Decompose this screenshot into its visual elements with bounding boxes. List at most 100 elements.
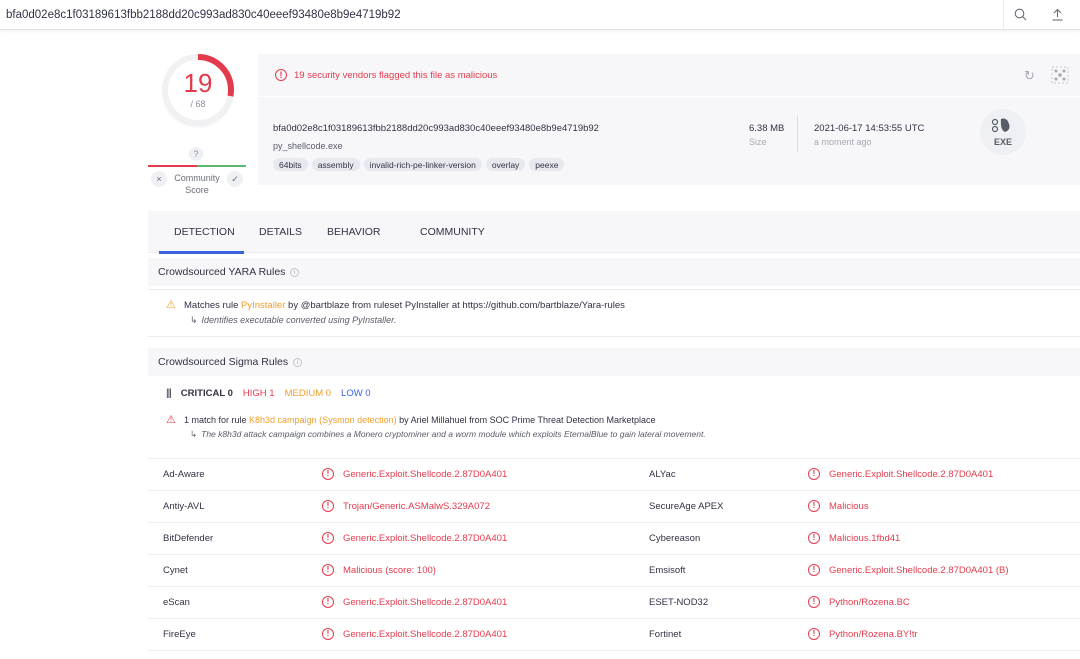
table-row: Ad-Aware ! Generic.Exploit.Shellcode.2.8… <box>148 458 1080 490</box>
file-type-label: EXE <box>993 137 1012 147</box>
detection-result[interactable]: Generic.Exploit.Shellcode.2.87D0A401 <box>829 469 993 480</box>
tab-detection[interactable]: DETECTION <box>174 226 235 238</box>
tag[interactable]: assembly <box>311 158 360 171</box>
search-button[interactable] <box>1003 0 1037 29</box>
table-row: Antiy-AVL ! Trojan/Generic.ASMalwS.329A0… <box>148 490 1080 522</box>
sigma-section-title: Crowdsourced Sigma Rules <box>158 356 289 368</box>
table-row <box>148 650 1080 659</box>
severity-medium[interactable]: MEDIUM 0 <box>285 388 331 399</box>
vendor-name: SecureAge APEX <box>649 501 724 512</box>
alert-circle-icon: ! <box>322 564 334 576</box>
alert-circle-icon: ! <box>808 468 820 480</box>
tab-behavior[interactable]: BEHAVIOR <box>327 226 380 238</box>
sigma-severity-filter: ||| CRITICAL 0 HIGH 1 MEDIUM 0 LOW 0 <box>166 388 371 399</box>
info-icon[interactable]: i <box>293 358 302 367</box>
vendor-name: ESET-NOD32 <box>649 597 709 608</box>
detection-result[interactable]: Malicious (score: 100) <box>343 565 436 576</box>
alert-circle-icon: ! <box>322 468 334 480</box>
vote-harmless-button[interactable]: ✓ <box>227 171 243 187</box>
file-name: py_shellcode.exe <box>273 141 343 151</box>
tag[interactable]: invalid-rich-pe-linker-version <box>363 158 482 171</box>
table-row: FireEye ! Generic.Exploit.Shellcode.2.87… <box>148 618 1080 650</box>
file-info-panel <box>258 97 1080 185</box>
detection-result[interactable]: Generic.Exploit.Shellcode.2.87D0A401 <box>343 597 507 608</box>
yara-rule-line: Matches rule PyInstaller by @bartblaze f… <box>184 300 625 311</box>
severity-critical[interactable]: CRITICAL 0 <box>181 388 233 399</box>
vendor-name: Ad-Aware <box>163 469 205 480</box>
analysis-date-relative: a moment ago <box>814 137 872 147</box>
tab-details[interactable]: DETAILS <box>259 226 302 238</box>
graph-icon[interactable] <box>1051 66 1069 84</box>
yara-section-title: Crowdsourced YARA Rules <box>158 266 286 278</box>
warning-icon: ⚠ <box>166 299 176 311</box>
detection-result[interactable]: Generic.Exploit.Shellcode.2.87D0A401 <box>343 629 507 640</box>
info-icon[interactable]: i <box>290 268 299 277</box>
sigma-rule-line: 1 match for rule K8h3d campaign (Sysmon … <box>184 415 656 425</box>
upload-icon <box>1052 8 1062 21</box>
yara-rule-description: ↳ Identifies executable converted using P… <box>190 315 397 325</box>
alert-circle-icon: ! <box>322 596 334 608</box>
alert-text: 19 security vendors flagged this file as… <box>294 70 498 81</box>
severity-high[interactable]: HIGH 1 <box>243 388 275 399</box>
tag[interactable]: peexe <box>529 158 565 171</box>
divider <box>797 116 798 152</box>
vendor-name: Antiy-AVL <box>163 501 205 512</box>
vote-harmful-button[interactable]: × <box>151 171 167 187</box>
vendor-name: Emsisoft <box>649 565 686 576</box>
detection-result[interactable]: Malicious.1fbd41 <box>829 533 900 544</box>
alert-circle-icon: ! <box>322 628 334 640</box>
yara-rule-link[interactable]: PyInstaller <box>241 300 285 311</box>
detection-result[interactable]: Trojan/Generic.ASMalwS.329A072 <box>343 501 490 512</box>
community-score-value: ? <box>189 147 203 161</box>
file-type-icon <box>980 109 1026 155</box>
severity-low[interactable]: LOW 0 <box>341 388 371 399</box>
top-bar <box>0 0 1080 30</box>
severity-bars-icon: ||| <box>166 388 172 399</box>
warning-icon: ⚠ <box>166 414 176 426</box>
community-score-label: Community Score <box>174 173 220 195</box>
analysis-date-value: 2021-06-17 14:53:55 UTC <box>814 123 925 134</box>
sigma-rule-description: ↳ The k8h3d attack campaign combines a Mo… <box>190 429 706 439</box>
detection-result[interactable]: Python/Rozena.BY!tr <box>829 629 918 640</box>
detection-result[interactable]: Generic.Exploit.Shellcode.2.87D0A401 <box>343 469 507 480</box>
alert-circle-icon: ! <box>808 532 820 544</box>
yara-rule-item <box>148 289 1080 337</box>
search-icon <box>1014 8 1027 21</box>
vendor-name: ALYac <box>649 469 676 480</box>
detection-table: Ad-Aware ! Generic.Exploit.Shellcode.2.8… <box>148 458 1080 659</box>
vendor-name: eScan <box>163 597 190 608</box>
alert-circle-icon: ! <box>808 628 820 640</box>
detection-result[interactable]: Generic.Exploit.Shellcode.2.87D0A401 (B) <box>829 565 1009 576</box>
vendor-name: Fortinet <box>649 629 682 640</box>
tag-list: 64bits assembly invalid-rich-pe-linker-v… <box>273 158 565 171</box>
detection-result[interactable]: Malicious <box>829 501 869 512</box>
table-row: Cynet ! Malicious (score: 100) Emsisoft … <box>148 554 1080 586</box>
table-row: eScan ! Generic.Exploit.Shellcode.2.87D0… <box>148 586 1080 618</box>
upload-button[interactable] <box>1040 0 1074 29</box>
vendor-name: Cybereason <box>649 533 701 544</box>
active-tab-indicator <box>159 251 244 254</box>
alert-circle-icon: ! <box>808 596 820 608</box>
reload-icon[interactable]: ↻ <box>1024 68 1035 84</box>
table-row: BitDefender ! Generic.Exploit.Shellcode.… <box>148 522 1080 554</box>
sigma-rule-link[interactable]: K8h3d campaign (Sysmon detection) <box>249 415 397 425</box>
tag[interactable]: overlay <box>485 158 526 171</box>
tag[interactable]: 64bits <box>273 158 308 171</box>
detection-result[interactable]: Generic.Exploit.Shellcode.2.87D0A401 <box>343 533 507 544</box>
file-hash: bfa0d02e8c1f03189613fbb2188dd20c993ad830… <box>273 123 599 134</box>
tab-community[interactable]: COMMUNITY <box>420 226 485 238</box>
vendor-name: Cynet <box>163 565 188 576</box>
file-size-value: 6.38 MB <box>749 123 785 134</box>
vendor-name: BitDefender <box>163 533 214 544</box>
yara-section-header <box>148 258 1080 286</box>
vendor-name: FireEye <box>163 629 196 640</box>
alert-circle-icon: ! <box>808 564 820 576</box>
detection-result[interactable]: Python/Rozena.BC <box>829 597 910 608</box>
alert-circle-icon: ! <box>322 532 334 544</box>
alert-circle-icon: ! <box>275 69 287 81</box>
community-score-bar <box>148 165 246 167</box>
search-input[interactable] <box>0 0 990 29</box>
detection-total: / 68 <box>190 99 206 109</box>
alert-circle-icon: ! <box>322 500 334 512</box>
file-size-label: Size <box>749 137 767 147</box>
